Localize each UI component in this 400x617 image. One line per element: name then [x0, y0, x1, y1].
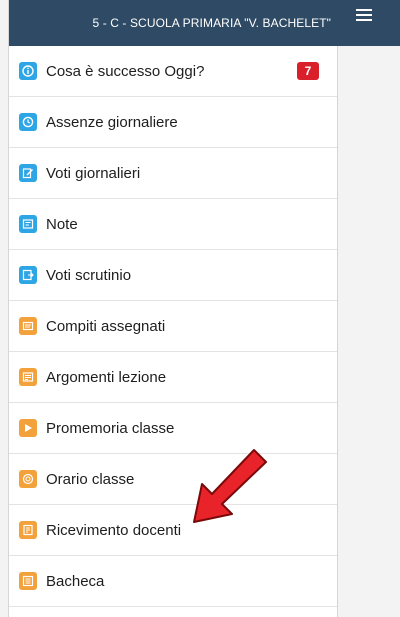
noticeboard-icon — [19, 572, 37, 590]
menu-item-bacheca[interactable]: Bacheca — [9, 556, 337, 607]
reminder-icon — [19, 419, 37, 437]
menu-item-label: Ricevimento docenti — [46, 521, 182, 539]
lesson-topics-icon — [19, 368, 37, 386]
menu-item-label: Orario classe — [46, 470, 135, 488]
menu-item-label: Voti scrutinio — [46, 266, 132, 284]
scrutiny-icon — [19, 266, 37, 284]
menu-item-assenze-giornaliere[interactable]: Assenze giornaliere — [9, 97, 337, 148]
school-class-header: 5 - C - SCUOLA PRIMARIA "V. BACHELET" — [9, 0, 337, 46]
menu-item-orario-classe[interactable]: Orario classe — [9, 454, 337, 505]
menu-item-label: Note — [46, 215, 78, 233]
navigation-drawer: 5 - C - SCUOLA PRIMARIA "V. BACHELET" Co… — [8, 0, 338, 617]
menu-item-voti-giornalieri[interactable]: Voti giornalieri — [9, 148, 337, 199]
menu-item-ricevimento-docenti[interactable]: Ricevimento docenti — [9, 505, 337, 556]
notes-icon — [19, 215, 37, 233]
menu-item-cosa-e-successo-oggi[interactable]: Cosa è successo Oggi? 7 — [9, 46, 337, 97]
notification-count-badge: 7 — [297, 62, 319, 80]
menu-item-label: Bacheca — [46, 572, 105, 590]
timetable-icon — [19, 470, 37, 488]
teacher-meeting-icon — [19, 521, 37, 539]
red-arrow-pointer-icon — [193, 449, 267, 523]
menu-item-label: Assenze giornaliere — [46, 113, 178, 131]
absence-icon — [19, 113, 37, 131]
menu-item-label: Voti giornalieri — [46, 164, 141, 182]
menu-item-promemoria-classe[interactable]: Promemoria classe — [9, 403, 337, 454]
hamburger-menu-icon[interactable] — [356, 9, 372, 21]
homework-icon — [19, 317, 37, 335]
menu-item-note[interactable]: Note — [9, 199, 337, 250]
menu-item-argomenti-lezione[interactable]: Argomenti lezione — [9, 352, 337, 403]
menu-item-label: Argomenti lezione — [46, 368, 167, 386]
top-bar-right — [337, 0, 400, 46]
menu-list: Cosa è successo Oggi? 7 Assenze giornali… — [9, 46, 337, 607]
menu-item-label: Cosa è successo Oggi? — [46, 62, 205, 80]
grades-icon — [19, 164, 37, 182]
menu-item-label: Promemoria classe — [46, 419, 175, 437]
school-class-title: 5 - C - SCUOLA PRIMARIA "V. BACHELET" — [92, 16, 331, 30]
menu-item-label: Compiti assegnati — [46, 317, 166, 335]
menu-item-voti-scrutinio[interactable]: Voti scrutinio — [9, 250, 337, 301]
menu-item-compiti-assegnati[interactable]: Compiti assegnati — [9, 301, 337, 352]
info-icon — [19, 62, 37, 80]
